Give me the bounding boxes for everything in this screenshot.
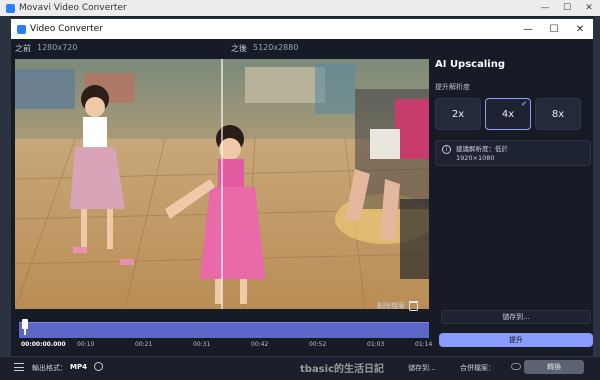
outer-maximize-button[interactable]: ☐ xyxy=(556,3,578,13)
tick-label: 01:14 xyxy=(415,341,433,348)
gear-icon[interactable] xyxy=(94,362,103,371)
upscale-button[interactable]: 提升 xyxy=(439,333,593,347)
timeline[interactable]: 00:00:00.000 00:10 00:21 00:31 00:42 00:… xyxy=(19,319,433,353)
tick-label: 00:42 xyxy=(251,341,269,348)
tick-label: 00:31 xyxy=(193,341,211,348)
app-icon xyxy=(6,3,15,13)
watermark-text: tbasic的生活日記 xyxy=(300,364,384,375)
convert-button[interactable]: 轉換 xyxy=(524,360,584,374)
dialog-title: Video Converter xyxy=(30,24,103,34)
preview-frame-image xyxy=(15,59,429,309)
background-right-edge xyxy=(594,16,600,380)
bottom-save-to[interactable]: 儲存到... xyxy=(408,363,436,373)
tick-label: 00:21 xyxy=(135,341,153,348)
before-label: 之前 xyxy=(15,44,31,53)
tick-label: 00:52 xyxy=(309,341,327,348)
background-left-edge xyxy=(0,16,10,380)
check-icon: ✔ xyxy=(521,100,527,108)
upscale-button-label: 提升 xyxy=(509,336,523,344)
dialog-app-icon xyxy=(17,24,26,34)
outer-window-title: Movavi Video Converter xyxy=(19,3,127,13)
trash-icon xyxy=(409,301,418,311)
after-label: 之後 xyxy=(231,44,247,53)
outer-minimize-button[interactable]: — xyxy=(534,3,556,13)
scale-2x-label: 2x xyxy=(451,108,465,120)
delete-file-label: 刪除檔案 xyxy=(377,302,405,310)
timeline-track[interactable] xyxy=(19,322,429,338)
output-format-value[interactable]: MP4 xyxy=(70,363,87,371)
current-time: 00:00:00.000 xyxy=(21,341,66,348)
recommendation-line-2: 1920×1080 xyxy=(456,154,495,162)
scale-4x-button[interactable]: 4x ✔ xyxy=(485,98,531,130)
after-resolution: 之後 5120x2880 xyxy=(231,43,298,57)
scale-8x-button[interactable]: 8x xyxy=(535,98,581,130)
scale-options: 2x 4x ✔ 8x xyxy=(435,98,591,130)
video-preview xyxy=(15,59,429,309)
after-resolution-value: 5120x2880 xyxy=(253,43,299,52)
before-resolution: 之前 1280x720 xyxy=(15,43,77,57)
scale-2x-button[interactable]: 2x xyxy=(435,98,481,130)
save-to-field-label: 儲存到... xyxy=(502,313,530,321)
panel-title: AI Upscaling xyxy=(435,59,505,70)
video-converter-dialog: Video Converter — ☐ ✕ 之前 1280x720 之後 512… xyxy=(10,18,594,374)
dialog-close-button[interactable]: ✕ xyxy=(567,24,593,35)
scale-label: 提升解析度 xyxy=(435,83,470,91)
outer-close-button[interactable]: ✕ xyxy=(578,3,600,13)
recommendation-note: i 建議解析度：低於 1920×1080 xyxy=(435,140,591,166)
scale-8x-label: 8x xyxy=(551,108,565,120)
merge-files-toggle[interactable] xyxy=(511,363,521,370)
dialog-minimize-button[interactable]: — xyxy=(515,24,541,35)
output-format-label: 輸出格式： xyxy=(32,364,67,372)
menu-icon[interactable] xyxy=(14,363,24,371)
info-icon: i xyxy=(442,145,451,154)
scale-4x-label: 4x xyxy=(501,108,515,120)
dialog-titlebar: Video Converter — ☐ ✕ xyxy=(11,19,593,39)
before-resolution-value: 1280x720 xyxy=(37,43,78,52)
outer-window-titlebar: Movavi Video Converter — ☐ ✕ xyxy=(0,0,600,16)
recommendation-line-1: 建議解析度：低於 xyxy=(456,145,508,153)
delete-file-button[interactable]: 刪除檔案 xyxy=(377,301,418,311)
convert-button-label: 轉換 xyxy=(547,363,561,371)
dialog-maximize-button[interactable]: ☐ xyxy=(541,24,567,35)
merge-files-label: 合併檔案： xyxy=(460,364,495,372)
timeline-ticks: 00:00:00.000 00:10 00:21 00:31 00:42 00:… xyxy=(19,341,433,351)
ai-upscaling-panel: AI Upscaling 提升解析度 2x 4x ✔ 8x i 建議解析度：低於… xyxy=(435,55,591,166)
tick-label: 00:10 xyxy=(77,341,95,348)
save-to-field[interactable]: 儲存到... xyxy=(441,310,591,324)
playhead-handle[interactable] xyxy=(22,319,28,335)
tick-label: 01:03 xyxy=(367,341,385,348)
